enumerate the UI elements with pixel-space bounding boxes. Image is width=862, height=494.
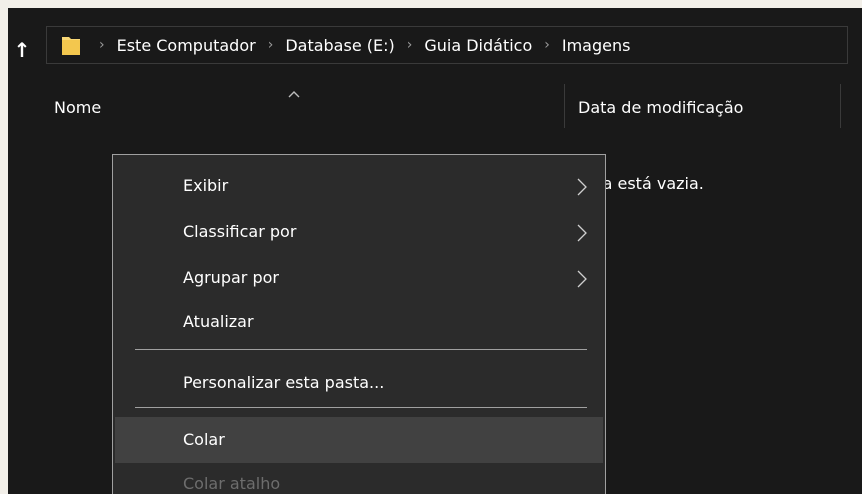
menu-item-label: Classificar por (183, 222, 297, 241)
menu-item-atualizar[interactable]: Atualizar (115, 299, 603, 345)
breadcrumb-guia-didatico[interactable]: Guia Didático (424, 36, 532, 55)
column-header-name[interactable]: Nome (54, 98, 101, 117)
menu-item-label: Exibir (183, 176, 229, 195)
context-menu: Exibir Classificar por Agrupar por Atual… (112, 154, 606, 494)
sort-ascending-icon (288, 91, 300, 98)
breadcrumb-chevron-icon[interactable]: › (407, 37, 413, 53)
menu-item-agrupar-por[interactable]: Agrupar por (115, 255, 603, 301)
breadcrumb: › Este Computador › Database (E:) › Guia… (99, 27, 630, 63)
menu-item-label: Personalizar esta pasta... (183, 373, 385, 392)
breadcrumb-database-drive[interactable]: Database (E:) (285, 36, 394, 55)
column-divider[interactable] (564, 84, 565, 128)
column-header-date-modified[interactable]: Data de modificação (578, 98, 743, 117)
breadcrumb-imagens[interactable]: Imagens (562, 36, 631, 55)
menu-item-exibir[interactable]: Exibir (115, 163, 603, 209)
menu-item-personalizar-esta-pasta[interactable]: Personalizar esta pasta... (115, 360, 603, 406)
breadcrumb-chevron-icon[interactable]: › (544, 37, 550, 53)
chevron-right-icon (577, 178, 587, 196)
breadcrumb-chevron-icon[interactable]: › (268, 37, 274, 53)
menu-separator (135, 407, 587, 408)
chevron-right-icon (577, 224, 587, 242)
menu-separator (135, 349, 587, 350)
menu-item-label: Colar (183, 430, 225, 449)
column-header-row: Nome Data de modificação (8, 84, 862, 128)
menu-item-label: Agrupar por (183, 268, 279, 287)
file-explorer-window: ↑ › Este Computador › Database (E:) › Gu… (8, 8, 862, 494)
menu-item-classificar-por[interactable]: Classificar por (115, 209, 603, 255)
menu-item-colar-atalho: Colar atalho (115, 461, 603, 494)
breadcrumb-this-pc[interactable]: Este Computador (117, 36, 256, 55)
address-bar[interactable]: › Este Computador › Database (E:) › Guia… (46, 26, 848, 64)
up-arrow-icon[interactable]: ↑ (10, 36, 34, 64)
menu-item-label: Atualizar (183, 312, 254, 331)
breadcrumb-chevron-icon: › (99, 37, 105, 53)
chevron-right-icon (577, 270, 587, 288)
column-divider[interactable] (840, 84, 841, 128)
menu-item-label: Colar atalho (183, 474, 281, 493)
menu-item-colar[interactable]: Colar (115, 417, 603, 463)
folder-icon (62, 37, 80, 55)
